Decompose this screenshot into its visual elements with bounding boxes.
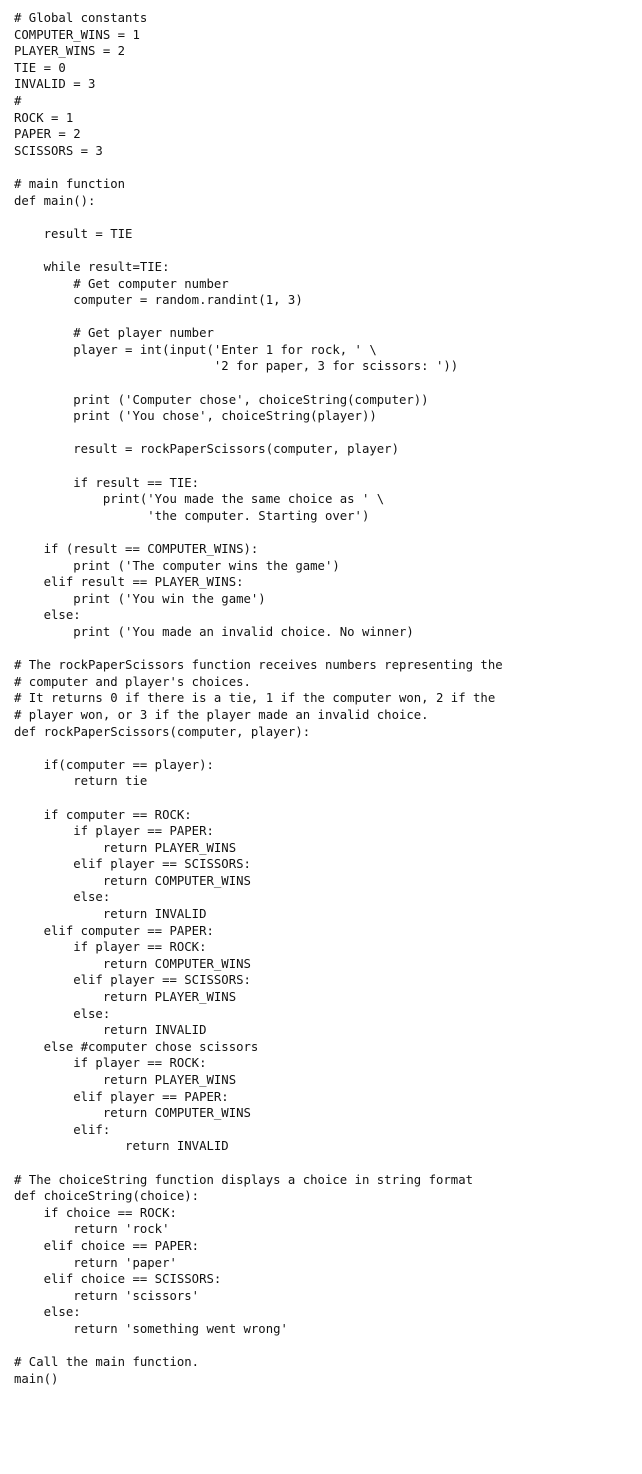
code-listing: # Global constants COMPUTER_WINS = 1 PLA… (14, 10, 628, 1387)
